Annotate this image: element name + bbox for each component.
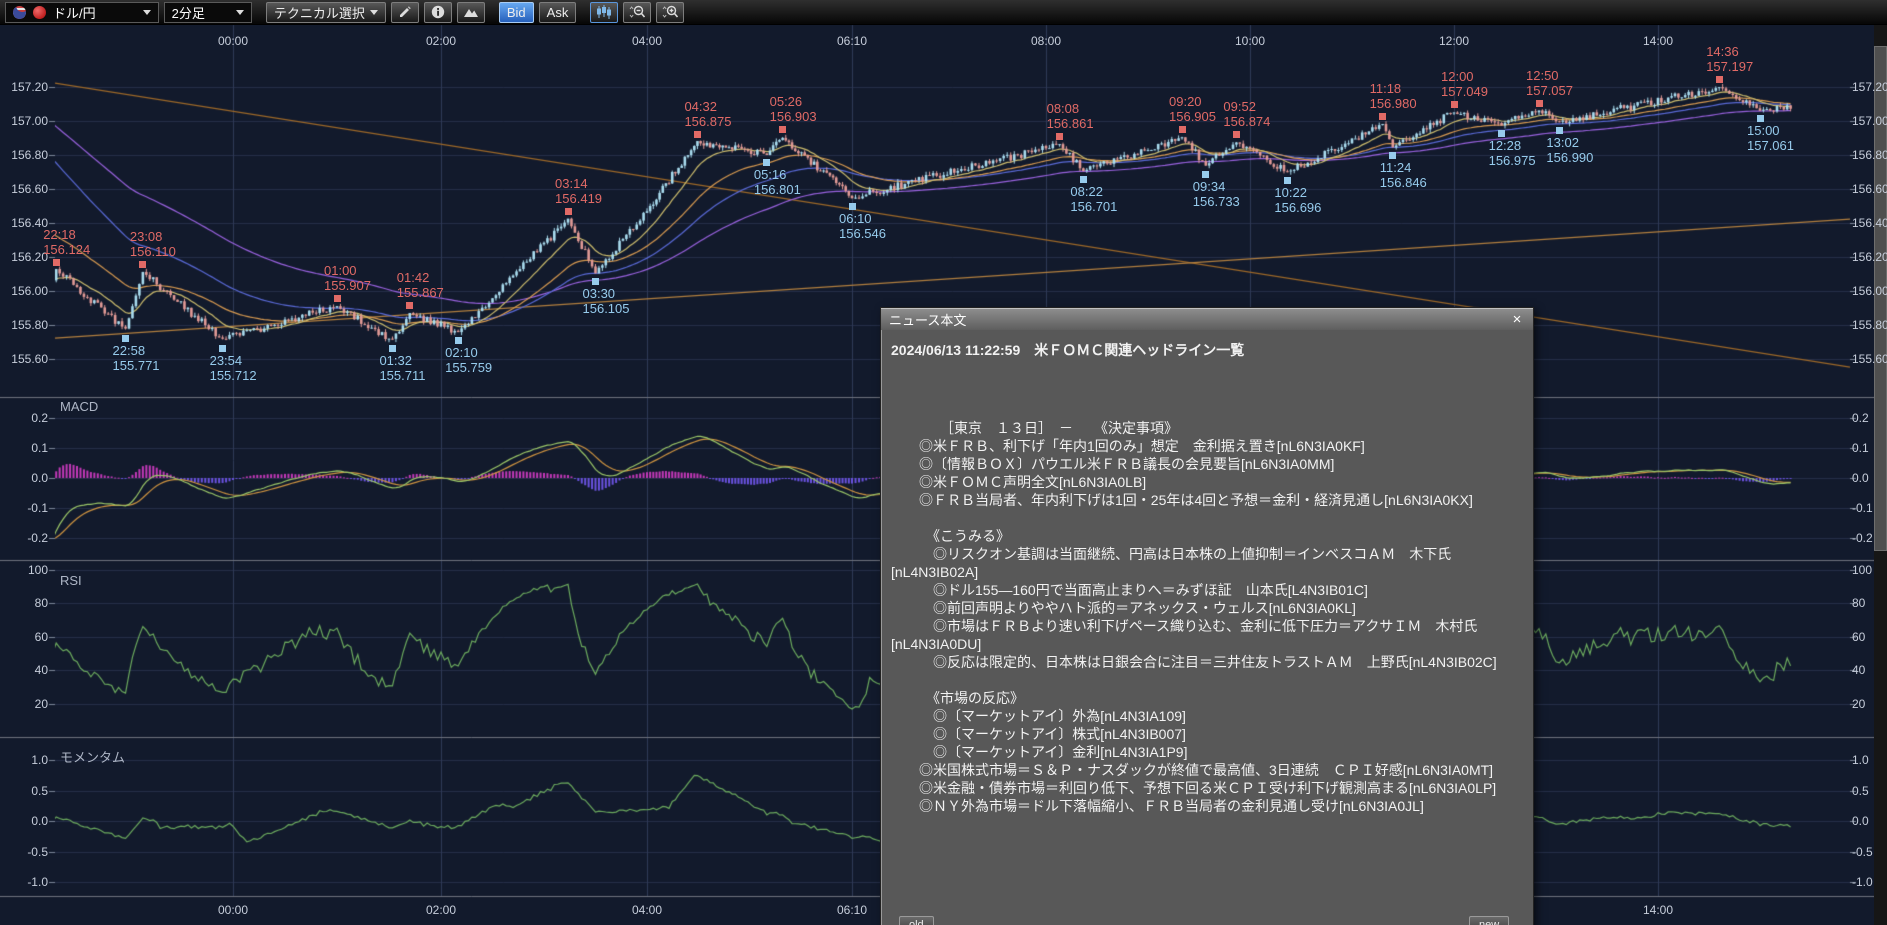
news-line: ◎反応は限定的、日本株は日銀会合に注目＝三井住友トラストＡＭ 上野氏[nL4N3… xyxy=(891,653,1523,671)
news-line: ◎〔マーケットアイ〕外為[nL4N3IA109] xyxy=(891,707,1523,725)
news-line: ◎リスクオン基調は当面継続、円高は日本株の上値抑制＝インベスコＡＭ 木下氏 xyxy=(891,545,1523,563)
info-button[interactable] xyxy=(424,2,452,23)
news-line: [nL4N3IA0DU] xyxy=(891,635,1523,653)
news-headline: 2024/06/13 11:22:59 米ＦＯＭＣ関連ヘッドライン一覧 xyxy=(891,340,1523,360)
zoom-out-button[interactable] xyxy=(623,2,651,23)
news-popup: ニュース本文 × 2024/06/13 11:22:59 米ＦＯＭＣ関連ヘッドラ… xyxy=(880,307,1534,925)
news-line: 《こうみる》 xyxy=(891,527,1523,545)
timeframe-select[interactable]: 2分足 xyxy=(164,2,252,23)
news-line: ◎米ＦＯＭＣ声明全文[nL6N3IA0LB] xyxy=(891,473,1523,491)
news-line: ◎ＦＲＢ当局者、年内利下げは1回・25年は4回と予想＝金利・経済見通し[nL6N… xyxy=(891,491,1523,509)
japan-flag-icon xyxy=(33,6,46,19)
news-line xyxy=(891,671,1523,689)
news-popup-titlebar[interactable]: ニュース本文 × xyxy=(881,308,1533,330)
candlestick-icon xyxy=(595,4,613,20)
us-flag-icon xyxy=(13,6,26,19)
chevron-down-icon xyxy=(370,10,378,15)
news-line: ◎米ＦＲＢ、利下げ「年内1回のみ」想定 金利据え置き[nL6N3IA0KF] xyxy=(891,437,1523,455)
timeframe-select-label: 2分足 xyxy=(172,3,205,22)
draw-tool-button[interactable] xyxy=(391,2,419,23)
news-popup-title: ニュース本文 xyxy=(889,310,966,329)
news-line xyxy=(891,509,1523,527)
news-line: ［東京 １３日］ － 《決定事項》 xyxy=(891,419,1523,437)
bid-button[interactable]: Bid xyxy=(499,2,534,23)
trading-chart-app: 157.20157.20157.00157.00156.80156.80156.… xyxy=(0,0,1887,925)
ask-button[interactable]: Ask xyxy=(539,2,577,23)
mountain-icon xyxy=(463,4,479,20)
new-button[interactable]: new xyxy=(1469,916,1509,925)
news-line: ◎米国株式市場＝Ｓ＆Ｐ・ナスダックが終値で最高値、3日連続 ＣＰＩ好感[nL6N… xyxy=(891,761,1523,779)
pair-select[interactable]: ドル/円 xyxy=(5,2,159,23)
news-line: ◎市場はＦＲＢより速い利下げペース織り込む、金利に低下圧力＝アクサＩＭ 木村氏 xyxy=(891,617,1523,635)
news-line: ◎ドル155―160円で当面高止まりへ＝みずほ証 山本氏[L4N3IB01C] xyxy=(891,581,1523,599)
news-line: 《市場の反応》 xyxy=(891,689,1523,707)
zoom-in-icon xyxy=(661,4,679,20)
chevron-down-icon xyxy=(143,10,151,15)
news-line: ◎〔マーケットアイ〕金利[nL4N3IA1P9] xyxy=(891,743,1523,761)
news-line: ◎〔情報ＢＯＸ〕パウエル米ＦＲＢ議長の会見要旨[nL6N3IA0MM] xyxy=(891,455,1523,473)
close-icon[interactable]: × xyxy=(1509,311,1525,328)
toolbar: ドル/円 2分足 テクニカル選択 xyxy=(0,0,1887,25)
pencil-icon xyxy=(397,4,413,20)
news-line: [nL4N3IB02A] xyxy=(891,563,1523,581)
technical-select-label: テクニカル選択 xyxy=(274,3,365,22)
news-line: ◎ＮＹ外為市場＝ドル下落幅縮小、ＦＲＢ当局者の金利見通し受け[nL6N3IA0J… xyxy=(891,797,1523,815)
candlestick-chart-button[interactable] xyxy=(590,2,618,23)
info-icon xyxy=(430,4,446,20)
news-lines: ［東京 １３日］ － 《決定事項》 ◎米ＦＲＢ、利下げ「年内1回のみ」想定 金利… xyxy=(891,419,1523,815)
bid-button-label: Bid xyxy=(507,5,526,20)
chevron-down-icon xyxy=(236,10,244,15)
mountain-chart-button[interactable] xyxy=(457,2,485,23)
news-line: ◎前回声明よりややハト派的＝アネックス・ウェルス[nL6N3IA0KL] xyxy=(891,599,1523,617)
news-line: ◎〔マーケットアイ〕株式[nL4N3IB007] xyxy=(891,725,1523,743)
news-line: ◎米金融・債券市場＝利回り低下、予想下回る米ＣＰＩ受け利下げ観測高まる[nL6N… xyxy=(891,779,1523,797)
ask-button-label: Ask xyxy=(547,5,569,20)
news-body: 2024/06/13 11:22:59 米ＦＯＭＣ関連ヘッドライン一覧 ［東京 … xyxy=(881,330,1533,815)
zoom-out-icon xyxy=(628,4,646,20)
chart-scrollbar[interactable] xyxy=(1874,25,1887,925)
pair-select-label: ドル/円 xyxy=(53,3,96,22)
technical-select-button[interactable]: テクニカル選択 xyxy=(266,2,386,23)
zoom-in-button[interactable] xyxy=(656,2,684,23)
old-button[interactable]: old xyxy=(899,916,934,925)
chart-scrollbar-thumb[interactable] xyxy=(1874,46,1887,551)
